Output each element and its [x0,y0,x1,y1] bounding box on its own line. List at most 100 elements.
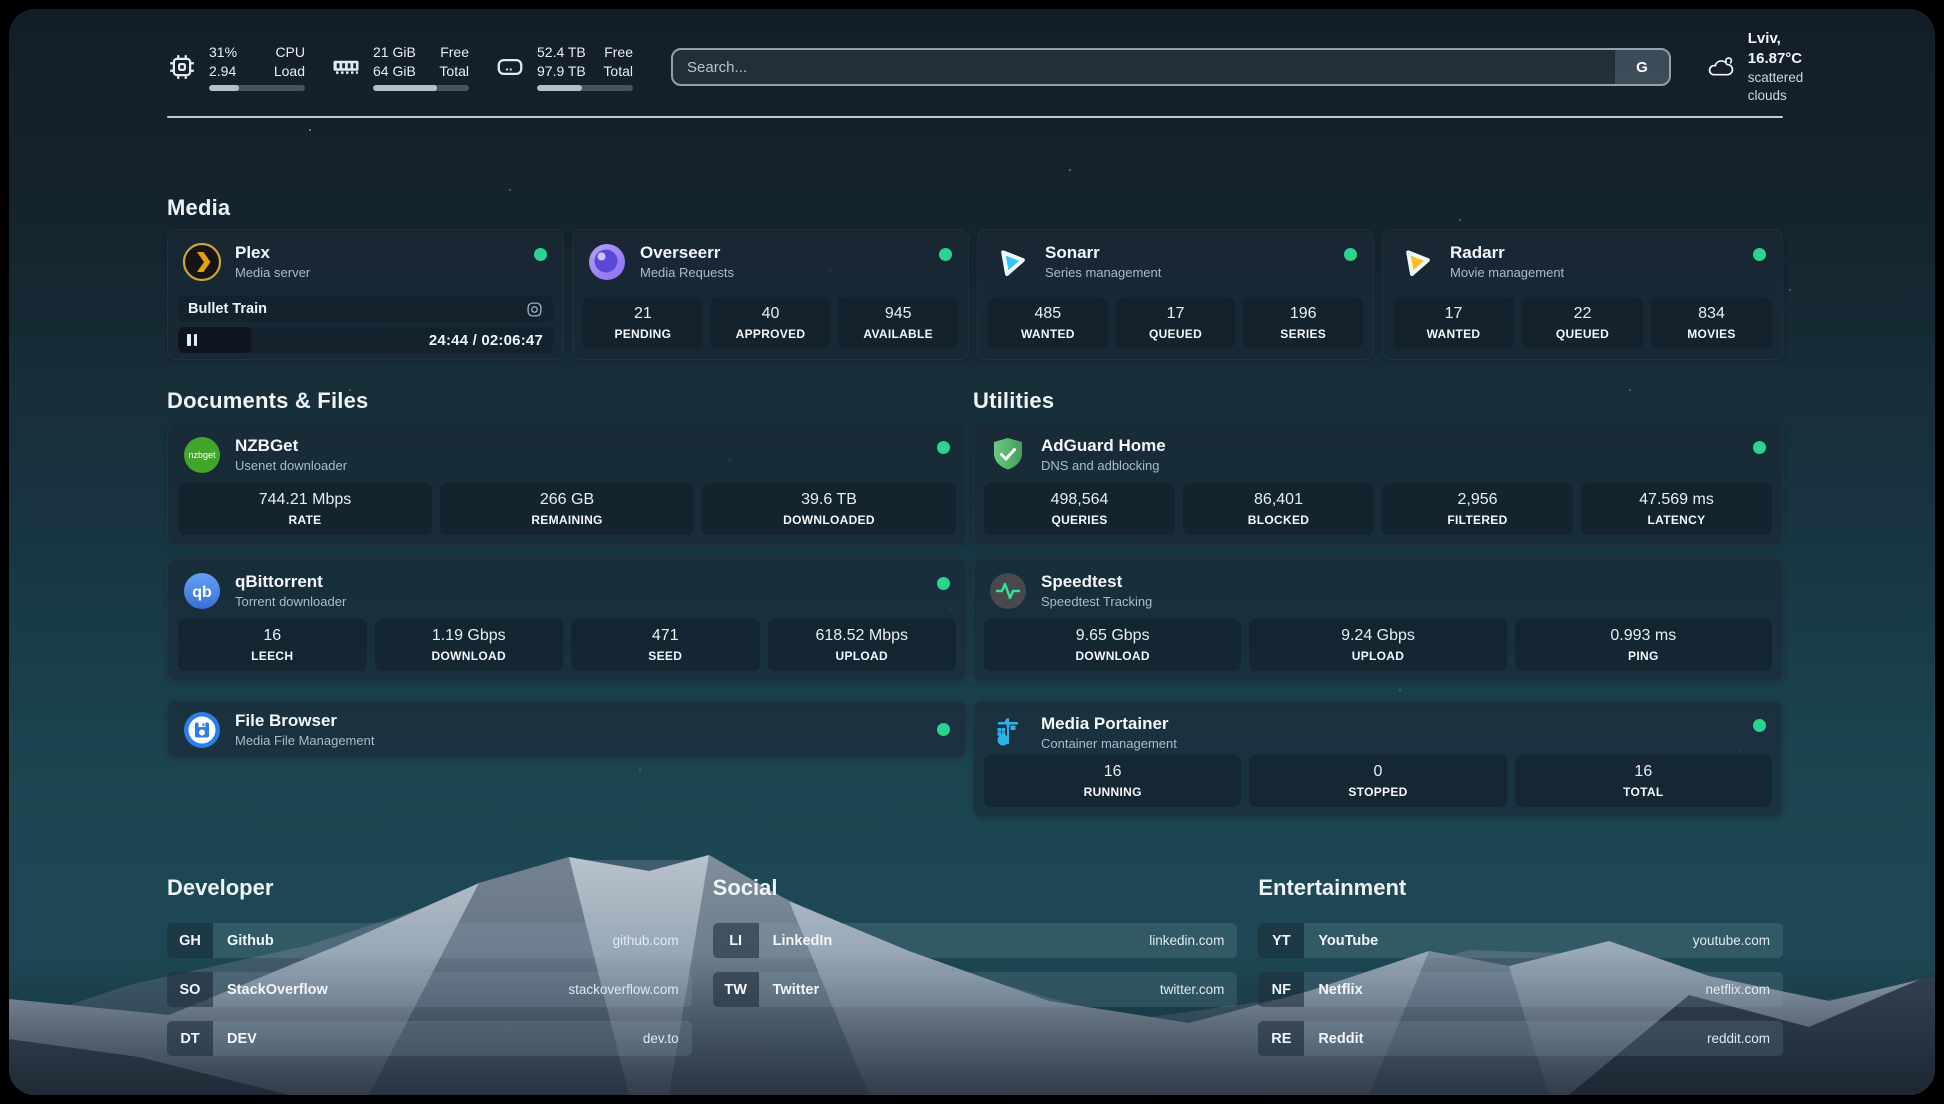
session-view-icon[interactable] [526,301,543,318]
qbittorrent-card[interactable]: qb qBittorrent Torrent downloader 16 LEE… [167,558,967,682]
plex-card[interactable]: Plex Media server Bullet Train 24:44 / 0… [167,229,564,360]
cpu-load: 2.94 [209,63,236,79]
portainer-card[interactable]: Media Portainer Container management 16 … [973,700,1783,818]
pause-icon[interactable] [187,334,197,346]
qbittorrent-icon: qb [182,571,222,611]
screenshot-frame: 31% 2.94 CPU Load 21 GiB [0,0,1944,1104]
sonarr-card[interactable]: Sonarr Series management 485 WANTED 17 Q… [977,229,1374,360]
stat-total: 16 TOTAL [1515,755,1772,807]
bookmark-stackoverflow[interactable]: SO StackOverflow stackoverflow.com [167,972,692,1007]
bookmark-reddit[interactable]: RE Reddit reddit.com [1258,1021,1783,1056]
plex-icon [182,242,222,282]
bookmark-netflix[interactable]: NF Netflix netflix.com [1258,972,1783,1007]
disk-total: 97.9 TB [537,63,586,79]
memory-progress-bar [373,85,469,91]
stat-wanted: 485 WANTED [988,297,1108,349]
service-title: Sonarr [1045,242,1161,263]
sonarr-icon [992,242,1032,282]
bookmark-abbr: LI [713,923,759,958]
bookmark-name: StackOverflow [227,982,328,998]
playback-elapsed [178,327,251,353]
svg-text:nzbget: nzbget [188,450,216,460]
memory-label-1: Free [440,44,469,60]
bookmark-linkedin[interactable]: LI LinkedIn linkedin.com [713,923,1238,958]
disk-stat-group: 52.4 TB 97.9 TB Free Total [495,43,633,90]
disk-icon [495,52,525,82]
bookmark-dev[interactable]: DT DEV dev.to [167,1021,692,1056]
speedtest-card[interactable]: Speedtest Speedtest Tracking 9.65 Gbps D… [973,558,1783,682]
status-dot [1753,441,1766,454]
stat-wanted: 17 WANTED [1393,297,1514,349]
stat-stopped: 0 STOPPED [1249,755,1506,807]
bookmark-url: netflix.com [1705,982,1783,997]
stat-pending: 21 PENDING [583,297,703,349]
memory-label-2: Total [439,63,469,79]
bookmark-twitter[interactable]: TW Twitter twitter.com [713,972,1238,1007]
search-box: G [671,48,1671,86]
section-title-developer: Developer [167,875,692,901]
status-dot [937,723,950,736]
bookmark-abbr: RE [1258,1021,1304,1056]
bookmark-abbr: YT [1258,923,1304,958]
weather-widget[interactable]: Lviv, 16.87°C scattered clouds [1705,29,1817,106]
nzbget-icon: nzbget [182,435,222,475]
stat-upload: 9.24 Gbps UPLOAD [1249,619,1506,671]
topbar-divider [167,116,1783,118]
bookmark-abbr: GH [167,923,213,958]
now-playing-title: Bullet Train [188,301,526,317]
bookmark-name: Github [227,933,274,949]
bookmark-name: YouTube [1318,933,1378,949]
cpu-progress-bar [209,85,305,91]
snow-specks [309,129,311,131]
bookmark-github[interactable]: GH Github github.com [167,923,692,958]
service-description: Usenet downloader [235,458,347,473]
bookmark-name: Reddit [1318,1031,1363,1047]
stat-queries: 498,564 QUERIES [984,483,1175,535]
service-title: Overseerr [640,242,734,263]
adguard-card[interactable]: AdGuard Home DNS and adblocking 498,564 … [973,422,1783,546]
speedtest-icon [988,571,1028,611]
section-title-media: Media [167,195,230,221]
stat-running: 16 RUNNING [984,755,1241,807]
service-description: Speedtest Tracking [1041,594,1152,609]
stat-remaining: 266 GB REMAINING [440,483,694,535]
bookmark-name: LinkedIn [773,933,833,949]
bookmark-name: Netflix [1318,982,1362,998]
cpu-usage: 31% [209,44,237,60]
search-engine-button[interactable]: G [1615,50,1669,84]
stat-download: 1.19 Gbps DOWNLOAD [375,619,564,671]
nzbget-card[interactable]: nzbget NZBGet Usenet downloader 744.21 M… [167,422,967,546]
service-description: Movie management [1450,265,1564,280]
bookmark-group-social: Social LI LinkedIn linkedin.com TW Twitt… [713,875,1238,1056]
bookmark-url: youtube.com [1693,933,1783,948]
service-description: Torrent downloader [235,594,346,609]
filebrowser-card[interactable]: File Browser Media File Management [167,700,967,758]
bookmark-name: Twitter [773,982,819,998]
svg-text:qb: qb [192,584,212,601]
service-description: DNS and adblocking [1041,458,1166,473]
search-input[interactable] [673,50,1615,84]
cpu-label-1: CPU [275,44,305,60]
top-bar: 31% 2.94 CPU Load 21 GiB [167,39,1783,95]
service-title: Radarr [1450,242,1564,263]
service-description: Media server [235,265,310,280]
section-title-social: Social [713,875,1238,901]
section-title-entertainment: Entertainment [1258,875,1783,901]
bookmark-youtube[interactable]: YT YouTube youtube.com [1258,923,1783,958]
service-title: Media Portainer [1041,713,1177,734]
status-dot [1753,248,1766,261]
stat-leech: 16 LEECH [178,619,367,671]
service-description: Container management [1041,736,1177,751]
dashboard: 31% 2.94 CPU Load 21 GiB [9,9,1935,1095]
stat-queued: 17 QUEUED [1116,297,1236,349]
portainer-icon [988,713,1028,753]
bookmarks-area: Developer GH Github github.com SO StackO… [167,875,1783,1056]
overseerr-card[interactable]: Overseerr Media Requests 21 PENDING 40 A… [572,229,969,360]
radarr-card[interactable]: Radarr Movie management 17 WANTED 22 QUE… [1382,229,1783,360]
bookmark-abbr: TW [713,972,759,1007]
radarr-icon [1397,242,1437,282]
service-description: Media Requests [640,265,734,280]
service-description: Media File Management [235,733,374,748]
playback-time: 24:44 / 02:06:47 [429,332,553,349]
stat-download: 9.65 Gbps DOWNLOAD [984,619,1241,671]
